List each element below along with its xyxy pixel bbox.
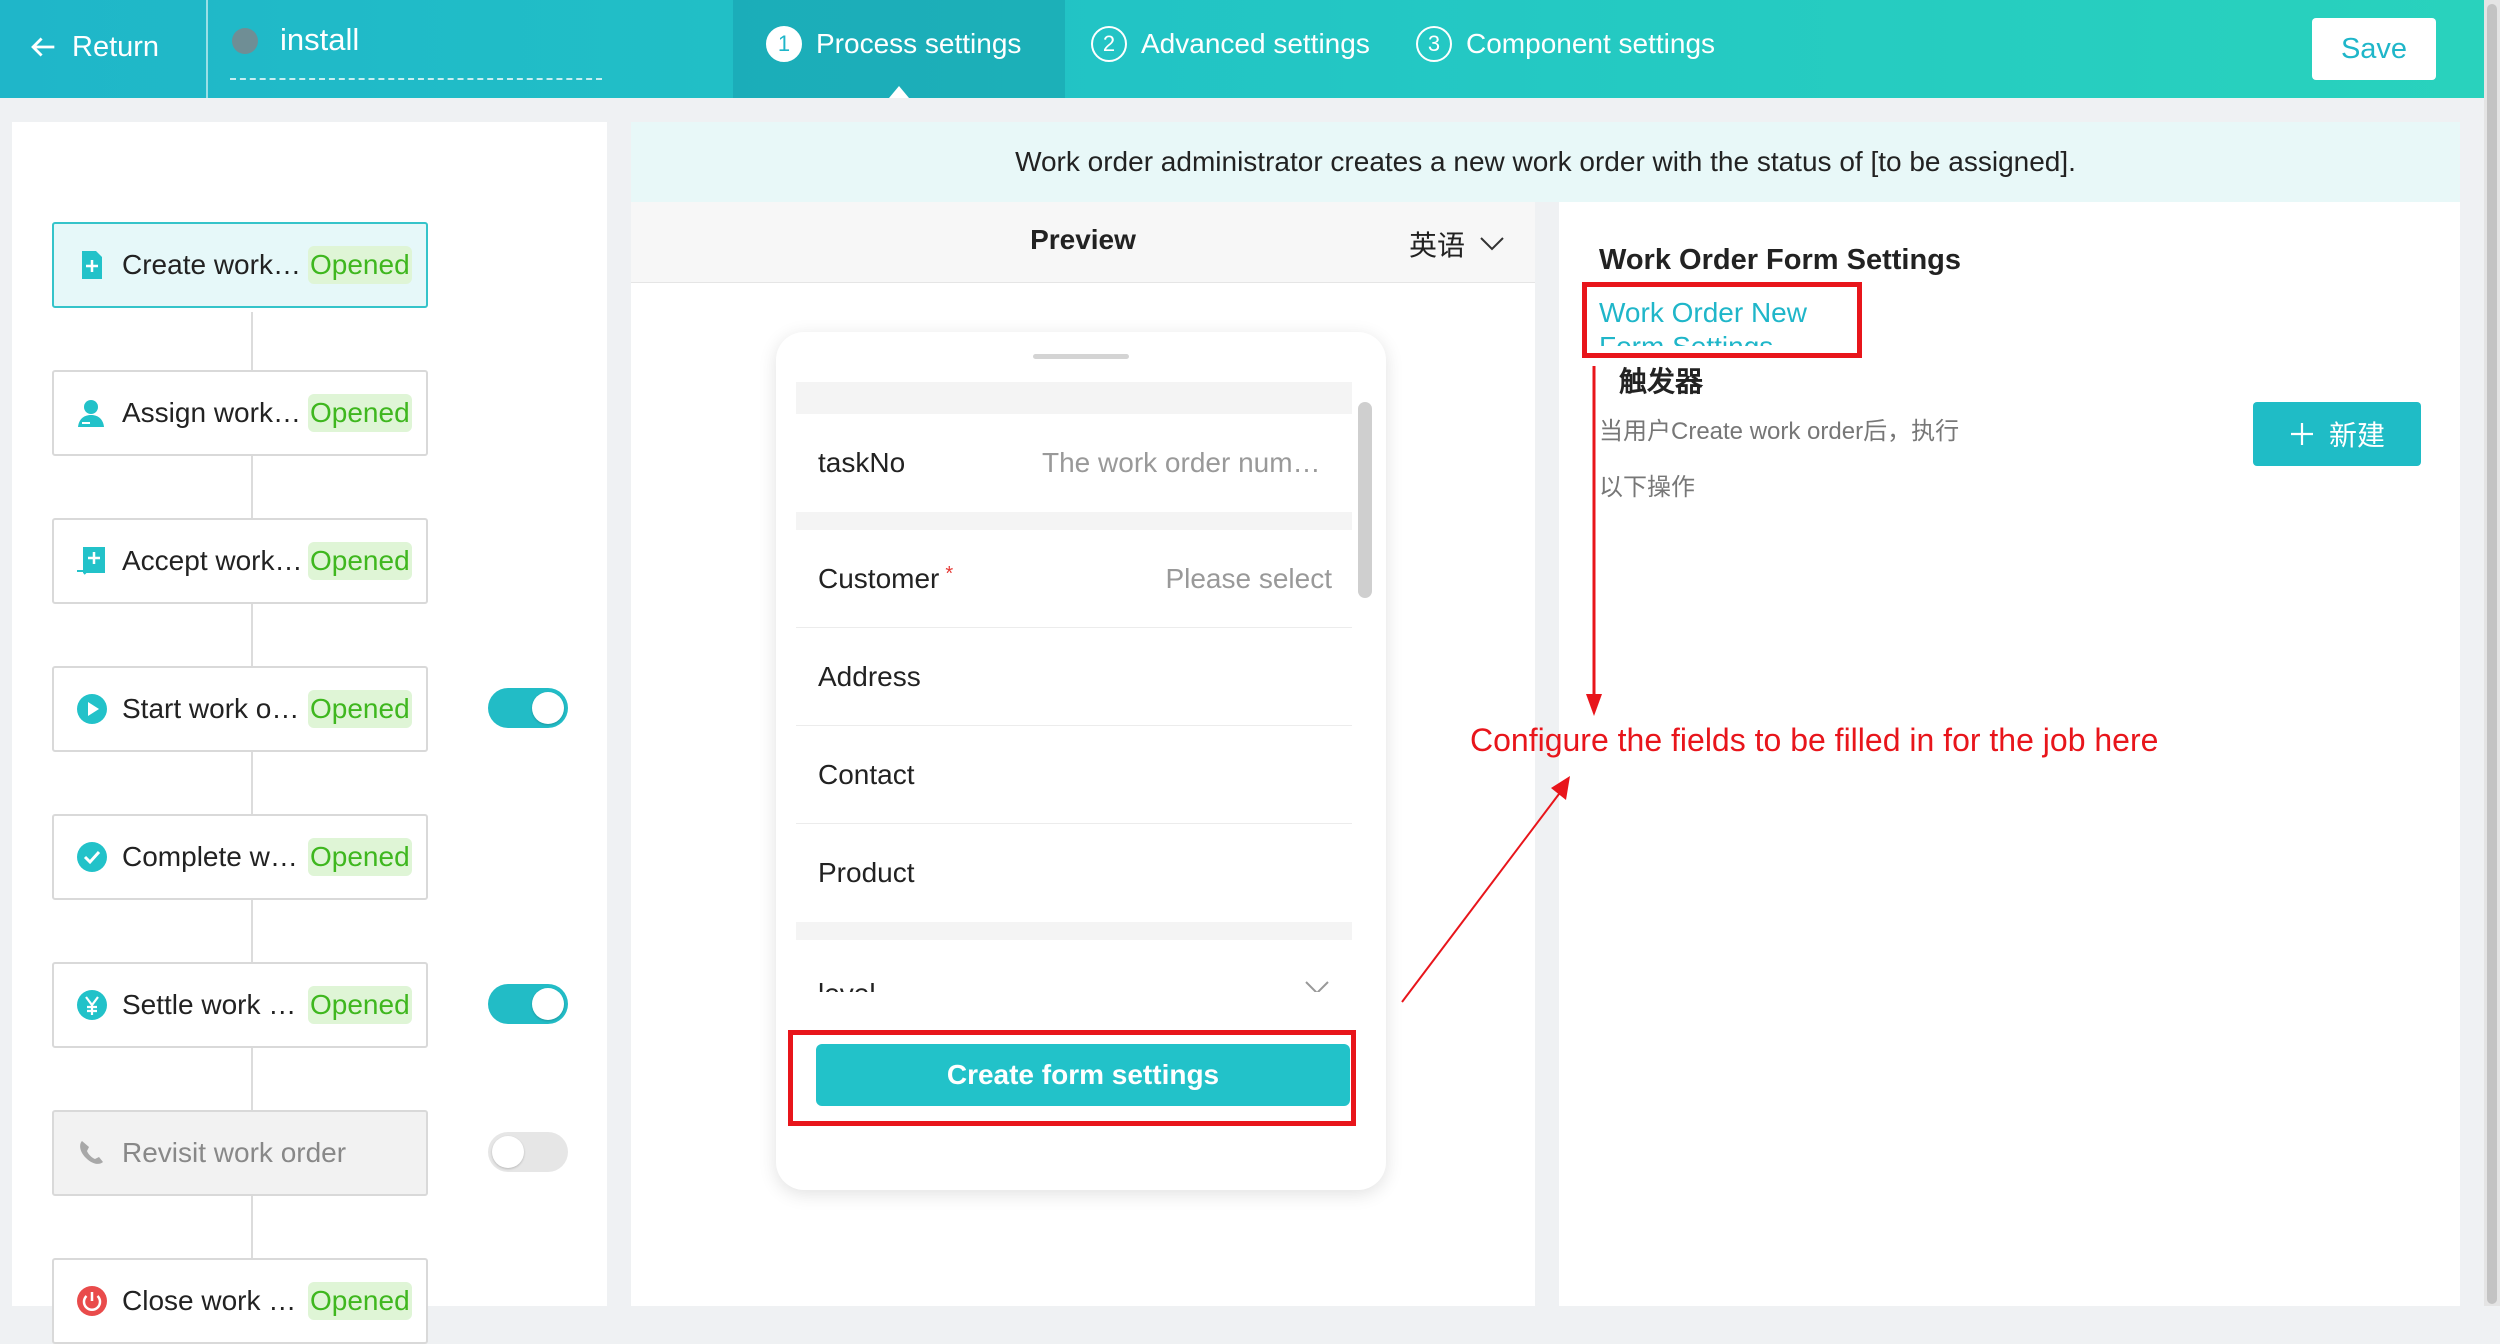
- preview-panel: Preview 英语 taskNo The work order number …: [631, 202, 1535, 1306]
- step-number: 2: [1091, 26, 1127, 62]
- step-label: Process settings: [816, 28, 1022, 59]
- process-node-revisit[interactable]: Revisit work order: [52, 1110, 428, 1196]
- app-name: install: [280, 22, 360, 57]
- language-value: 英语: [1409, 230, 1466, 261]
- process-node-accept[interactable]: Accept work order Opened: [52, 518, 428, 604]
- save-button[interactable]: Save: [2312, 18, 2436, 80]
- step-label: Advanced settings: [1141, 28, 1370, 59]
- step-label: Component settings: [1466, 28, 1716, 59]
- node-label: Complete work order: [122, 841, 306, 872]
- preview-header: Preview 英语: [631, 202, 1535, 283]
- field-label-text: Customer: [818, 562, 940, 594]
- field-label: taskNo: [818, 447, 906, 478]
- yen-icon: [77, 990, 107, 1020]
- status-badge: Opened: [308, 542, 412, 580]
- language-select[interactable]: 英语: [1409, 224, 1505, 264]
- phone-grip: [1033, 354, 1129, 359]
- annotation-text: Configure the fields to be filled in for…: [1470, 722, 2159, 758]
- new-trigger-button[interactable]: 新建: [2253, 402, 2421, 466]
- toggle-knob: [532, 988, 564, 1020]
- step-number: 1: [766, 26, 802, 62]
- field-label: Contact: [818, 758, 915, 790]
- toggle-knob: [532, 692, 564, 724]
- form-settings-title: Work Order Form Settings: [1599, 244, 1962, 276]
- caret-up-icon: [889, 86, 909, 98]
- page-scrollbar-thumb[interactable]: [2487, 4, 2497, 1304]
- field-label: level: [818, 978, 876, 992]
- field-label: Address: [818, 660, 921, 692]
- tab-process-settings[interactable]: 1 Process settings: [766, 26, 1021, 62]
- play-icon: [77, 694, 107, 724]
- plus-icon: [2290, 423, 2313, 445]
- new-button-label: 新建: [2328, 420, 2385, 451]
- form-field-customer[interactable]: Customer * Please select: [796, 530, 1352, 628]
- status-badge: Opened: [308, 246, 412, 284]
- node-label: Settle work order: [122, 989, 306, 1020]
- field-label: Product: [818, 857, 915, 888]
- process-node-create[interactable]: Create work order Opened: [52, 222, 428, 308]
- toggle-settle-work-order[interactable]: [488, 984, 568, 1024]
- process-node-complete[interactable]: Complete work order Opened: [52, 814, 428, 900]
- process-node-close[interactable]: Close work order Opened: [52, 1258, 428, 1344]
- accept-icon: [77, 547, 105, 575]
- highlight-box-form-link: [1582, 282, 1862, 358]
- form-field-product[interactable]: Product: [796, 824, 1352, 922]
- tab-advanced-settings[interactable]: 2 Advanced settings: [1091, 26, 1370, 62]
- header-divider: [206, 0, 208, 98]
- return-button[interactable]: Return: [26, 30, 159, 64]
- node-label: Create work order: [122, 249, 306, 280]
- form-field-level[interactable]: level: [796, 940, 1352, 992]
- form-scrollbar[interactable]: [1358, 402, 1372, 598]
- toggle-revisit-work-order[interactable]: [488, 1132, 568, 1172]
- chevron-down-icon: [1305, 981, 1329, 992]
- trigger-title: 触发器: [1619, 366, 1704, 397]
- form-preview-area: taskNo The work order number is automati…: [796, 382, 1352, 992]
- top-header: Return install 1 Process settings 2 Adva…: [0, 0, 2484, 98]
- status-badge: Opened: [308, 986, 412, 1024]
- arrow-left-icon: [31, 37, 55, 57]
- power-icon: [77, 1286, 107, 1316]
- phone-icon: [80, 1141, 103, 1164]
- chevron-down-icon: [1480, 237, 1504, 251]
- status-badge: Opened: [308, 838, 412, 876]
- process-node-start[interactable]: Start work order Opened: [52, 666, 428, 752]
- field-label: Customer *: [818, 563, 953, 595]
- node-label: Close work order: [122, 1285, 306, 1316]
- form-field-taskno[interactable]: taskNo The work order number is automati…: [796, 414, 1352, 512]
- node-label: Assign work order: [122, 397, 306, 428]
- process-node-settle[interactable]: Settle work order Opened: [52, 962, 428, 1048]
- field-placeholder: The work order number is automatically g…: [1042, 447, 1332, 478]
- toggle-knob: [492, 1136, 524, 1168]
- app-name-field[interactable]: install: [230, 22, 602, 80]
- node-label: Accept work order: [122, 545, 306, 576]
- file-plus-icon: [82, 251, 102, 279]
- check-circle-icon: [77, 842, 107, 872]
- user-assign-icon: [78, 400, 104, 427]
- highlight-box-create-button: [788, 1030, 1356, 1126]
- trigger-description: 当用户Create work order后，执行以下操作: [1599, 418, 1960, 501]
- toggle-start-work-order[interactable]: [488, 688, 568, 728]
- tab-component-settings[interactable]: 3 Component settings: [1416, 26, 1715, 62]
- form-field-address[interactable]: Address: [796, 628, 1352, 726]
- step-number: 3: [1416, 26, 1452, 62]
- status-badge: Opened: [308, 1282, 412, 1320]
- form-field-contact[interactable]: Contact: [796, 726, 1352, 824]
- process-node-assign[interactable]: Assign work order Opened: [52, 370, 428, 456]
- process-flow-panel: Create work order Opened Assign work ord…: [12, 122, 607, 1344]
- node-label: Start work order: [122, 693, 306, 724]
- preview-title: Preview: [1030, 224, 1136, 255]
- node-label: Revisit work order: [122, 1137, 347, 1168]
- field-placeholder: Please select: [1165, 562, 1332, 594]
- return-label: Return: [72, 30, 160, 63]
- node-description-banner: Work order administrator creates a new w…: [631, 122, 2460, 202]
- status-dot-icon: [232, 28, 258, 54]
- required-mark: *: [945, 562, 954, 585]
- status-badge: Opened: [308, 394, 412, 432]
- status-badge: Opened: [308, 690, 412, 728]
